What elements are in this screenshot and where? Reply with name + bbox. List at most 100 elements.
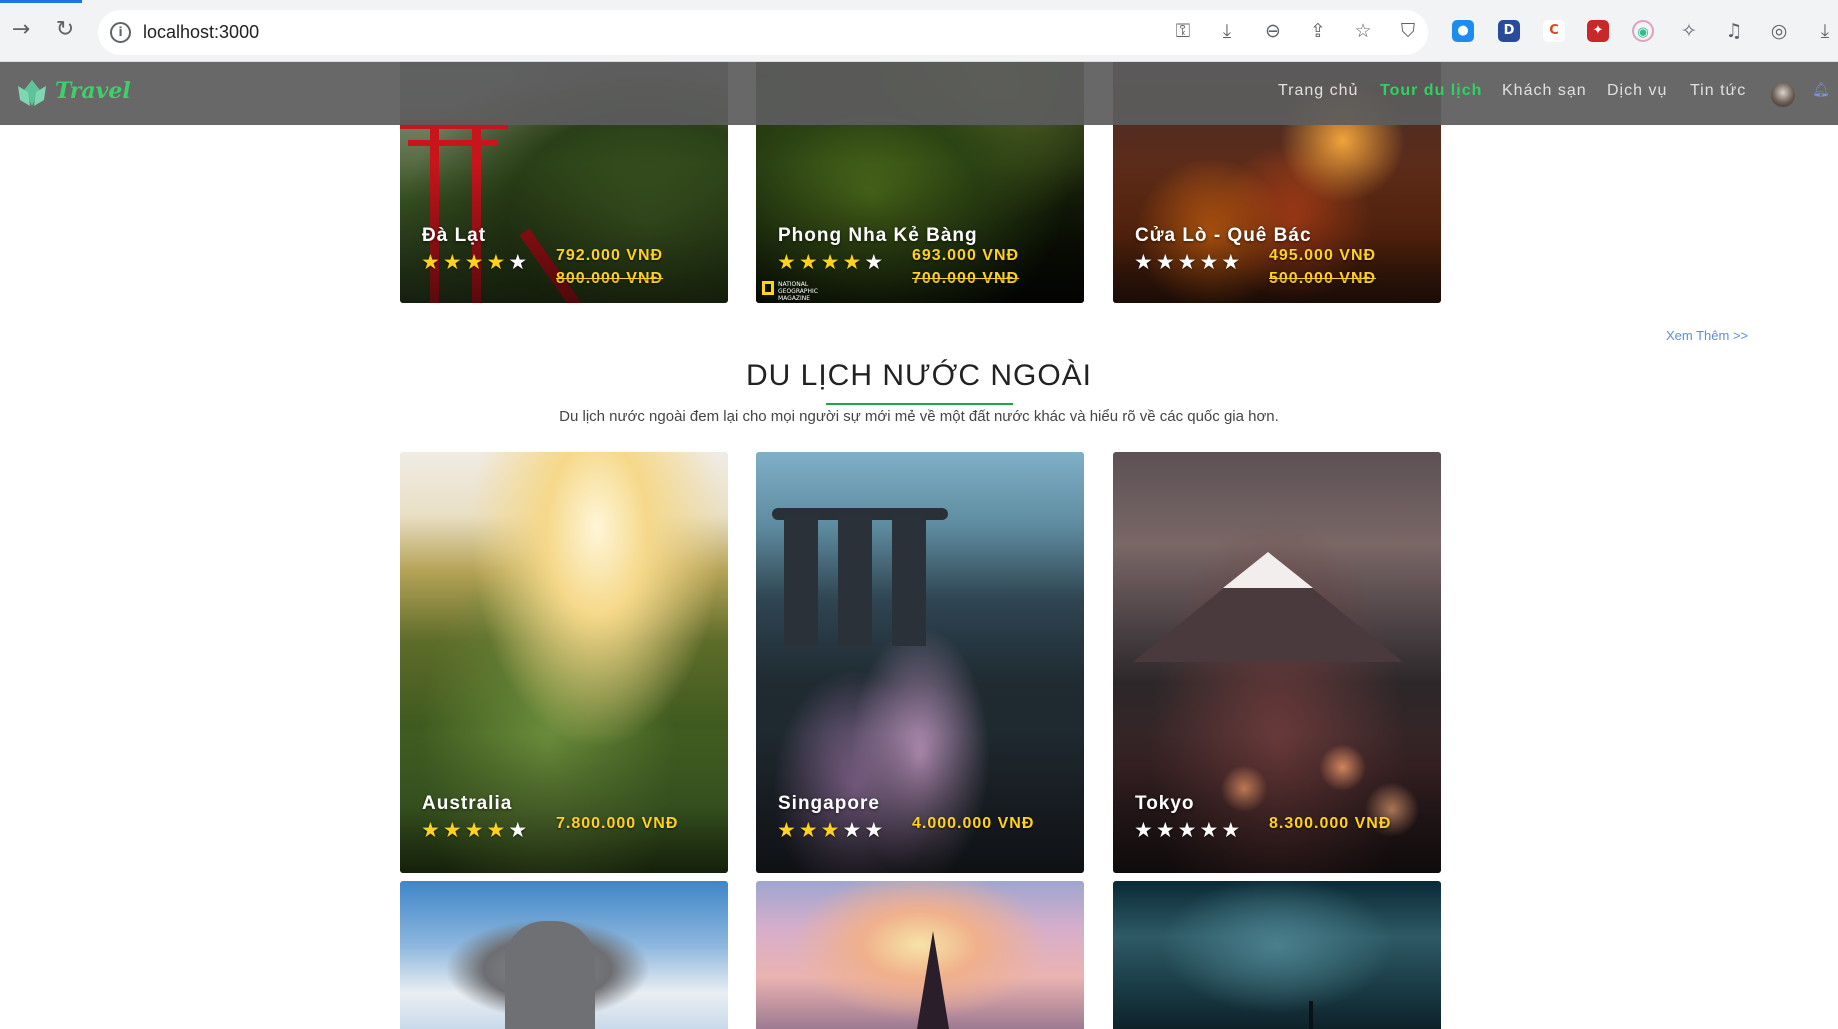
tour-card-australia[interactable]: Australia ★★★★★ 7.800.000 VNĐ [400,452,728,873]
section-title: DU LỊCH NƯỚC NGOÀI [745,359,1093,392]
tour-name: Singapore [778,793,880,814]
tour-price: 4.000.000 VNĐ [912,815,1035,832]
tour-card-tokyo[interactable]: Tokyo ★★★★★ 8.300.000 VNĐ [1113,452,1441,873]
tour-old-price: 500.000 VNĐ [1269,270,1377,287]
star-filled-icon: ★ [442,818,465,842]
tour-name: Cửa Lò - Quê Bác [1135,225,1312,246]
star-empty-icon: ★ [508,818,531,842]
site-info-icon[interactable]: i [110,22,131,43]
star-filled-icon: ★ [820,250,843,274]
star-filled-icon: ★ [777,818,799,842]
star-empty-icon: ★ [508,250,531,274]
extension-drop-icon[interactable]: ● [1452,20,1474,42]
bookmark-star-icon[interactable]: ☆ [1350,18,1376,44]
star-filled-icon: ★ [486,818,509,842]
hotel-tower-image [892,516,926,646]
star-empty-icon: ★ [1199,250,1222,274]
media-queue-icon[interactable]: ♫ [1721,18,1747,44]
star-empty-icon: ★ [1177,818,1200,842]
shield-icon[interactable]: ⛉ [1395,18,1421,44]
star-filled-icon: ★ [798,250,821,274]
star-filled-icon: ★ [486,250,509,274]
star-empty-icon: ★ [1155,250,1178,274]
star-empty-icon: ★ [1221,250,1244,274]
extension-c-icon[interactable]: C [1543,20,1565,42]
tour-old-price: 800.000 VNĐ [556,270,664,287]
star-filled-icon: ★ [820,818,843,842]
install-app-icon[interactable]: ⤓ [1214,18,1240,44]
rating-stars: ★★★★★ [777,251,886,273]
tour-old-price: 700.000 VNĐ [912,270,1020,287]
rating-stars: ★★★★★ [421,819,530,841]
share-icon[interactable]: ⇪ [1305,18,1331,44]
see-more-link[interactable]: Xem Thêm >> [1666,328,1748,343]
rating-stars: ★★★★★ [1134,819,1243,841]
tour-card-singapore[interactable]: Singapore ★★★★★ 4.000.000 VNĐ [756,452,1084,873]
nav-tours[interactable]: Tour du lịch [1380,82,1482,100]
tour-card-night-city[interactable] [1113,881,1441,1029]
eiffel-tower-image [915,931,951,1029]
snow-cap-image [1223,552,1313,588]
star-filled-icon: ★ [421,818,443,842]
zoom-out-icon[interactable]: ⊖ [1260,18,1286,44]
star-empty-icon: ★ [864,250,887,274]
section-underline [826,403,1013,405]
star-empty-icon: ★ [842,818,865,842]
star-filled-icon: ★ [777,250,799,274]
star-filled-icon: ★ [442,250,465,274]
tour-name: Tokyo [1135,793,1195,814]
user-avatar[interactable] [1771,83,1795,107]
star-empty-icon: ★ [1221,818,1244,842]
star-filled-icon: ★ [464,818,487,842]
rating-stars: ★★★★★ [777,819,886,841]
rating-stars: ★★★★★ [421,251,530,273]
tour-name: Đà Lạt [422,225,487,246]
hotel-tower-image [838,516,872,646]
hotel-tower-image [784,516,818,646]
download-icon[interactable]: ⤓ [1812,18,1838,44]
lotus-logo-icon[interactable] [14,76,50,112]
star-filled-icon: ★ [842,250,865,274]
extension-ring-icon[interactable]: ◉ [1632,20,1654,42]
section-description: Du lịch nước ngoài đem lại cho mọi người… [559,408,1279,425]
logo-text[interactable]: Travel [55,78,131,104]
nav-news[interactable]: Tin tức [1690,82,1746,100]
tour-price: 792.000 VNĐ [556,247,664,264]
star-filled-icon: ★ [421,250,443,274]
tour-name: Australia [422,793,513,814]
tour-price: 8.300.000 VNĐ [1269,815,1392,832]
reload-icon[interactable]: ↻ [50,15,80,45]
star-filled-icon: ★ [798,818,821,842]
tour-name: Phong Nha Kẻ Bàng [778,225,978,246]
key-icon[interactable]: ⚿ [1170,18,1196,44]
tour-price: 495.000 VNĐ [1269,247,1377,264]
tour-price: 7.800.000 VNĐ [556,815,679,832]
browser-toolbar: → ↻ i localhost:3000 ⚿ ⤓ ⊖ ⇪ ☆ ⛉ ● D C ✦… [0,0,1838,62]
star-empty-icon: ★ [864,818,887,842]
site-navbar: Travel Trang chủ Tour du lịch Khách sạn … [0,62,1838,125]
profile-icon[interactable]: ◎ [1766,18,1792,44]
natgeo-logo [762,281,774,295]
nav-hotels[interactable]: Khách sạn [1502,82,1587,100]
bell-icon[interactable]: 🔔︎ [1812,82,1830,98]
star-empty-icon: ★ [1155,818,1178,842]
tour-card-eiffel[interactable] [756,881,1084,1029]
rating-stars: ★★★★★ [1134,251,1243,273]
tour-price: 693.000 VNĐ [912,247,1020,264]
page-load-progress [0,0,82,3]
star-empty-icon: ★ [1199,818,1222,842]
star-empty-icon: ★ [1177,250,1200,274]
star-filled-icon: ★ [464,250,487,274]
extension-d-icon[interactable]: D [1498,20,1520,42]
nav-services[interactable]: Dịch vụ [1607,82,1667,100]
forward-icon[interactable]: → [6,15,36,45]
extensions-puzzle-icon[interactable]: ✧ [1676,18,1702,44]
tour-card-elephant-statue[interactable] [400,881,728,1029]
nav-home[interactable]: Trang chủ [1278,82,1358,100]
natgeo-logo-text: NATIONAL GEOGRAPHIC MAGAZINE [778,281,818,302]
star-empty-icon: ★ [1134,818,1156,842]
star-empty-icon: ★ [1134,250,1156,274]
extension-red-icon[interactable]: ✦ [1587,20,1609,42]
address-url[interactable]: localhost:3000 [143,22,259,43]
elephant-statue-image [505,921,595,1029]
